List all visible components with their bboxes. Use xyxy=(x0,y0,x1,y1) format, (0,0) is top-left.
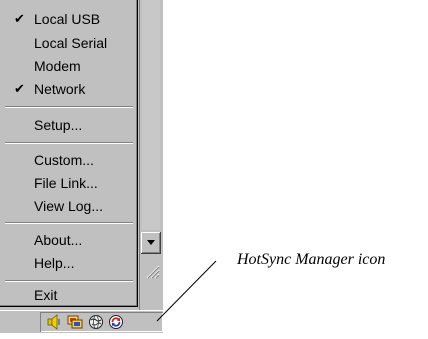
hotsync-callout-label: HotSync Manager icon xyxy=(237,251,386,268)
callout-leader-line xyxy=(156,260,217,322)
